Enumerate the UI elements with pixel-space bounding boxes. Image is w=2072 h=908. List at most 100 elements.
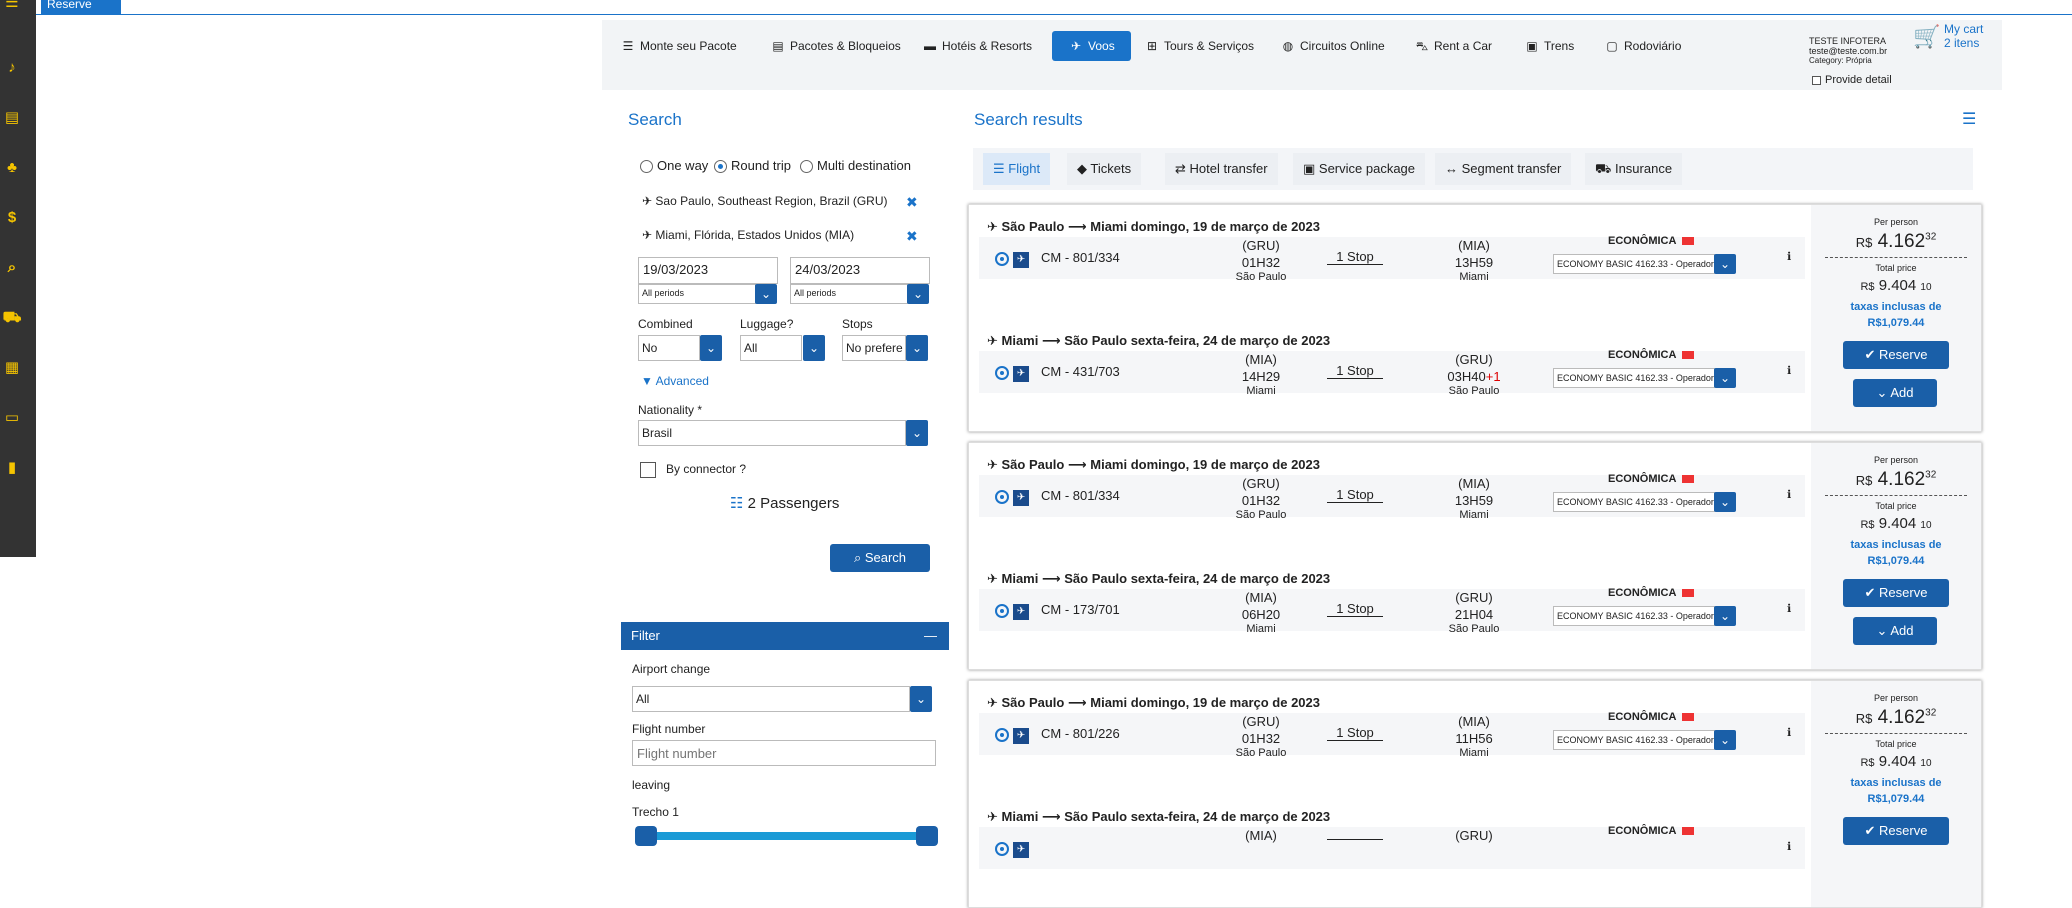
bell-icon[interactable]: ♪ xyxy=(2,58,22,78)
chevron-down-icon[interactable]: ⌄ xyxy=(1714,492,1736,512)
tab-flight[interactable]: ☰ Flight xyxy=(983,153,1051,185)
search-icon[interactable]: ⌕ xyxy=(2,258,22,278)
stops-link[interactable]: 1 Stop xyxy=(1327,363,1383,379)
info-icon[interactable]: ℹ xyxy=(1787,487,1791,504)
one-way-radio[interactable] xyxy=(640,160,653,174)
nav-rent-a-car[interactable]: ⛍ Rent a Car xyxy=(1406,31,1500,61)
tab-tickets[interactable]: ◆ Tickets xyxy=(1067,153,1142,185)
segment-select[interactable]: ✈ xyxy=(995,601,1029,620)
by-connector[interactable]: By connector ? xyxy=(640,462,746,478)
chevron-down-icon[interactable]: ⌄ xyxy=(1714,368,1736,388)
chevron-down-icon[interactable]: ⌄ xyxy=(1714,606,1736,626)
filter-header[interactable]: Filter — xyxy=(621,622,949,650)
clear-origin-icon[interactable]: ✖ xyxy=(906,194,918,211)
luggage-select[interactable]: All xyxy=(740,335,802,361)
period-out-select[interactable]: All periods xyxy=(638,284,756,304)
reserve-button[interactable]: ✔ Reserve xyxy=(1843,579,1949,607)
segment-select[interactable]: ✈ xyxy=(995,725,1029,744)
slider-max-handle[interactable] xyxy=(916,826,938,846)
select-radio-icon[interactable] xyxy=(995,603,1009,618)
chart-icon[interactable]: ▮ xyxy=(2,458,22,478)
document-icon[interactable]: ▦ xyxy=(2,358,22,378)
collapse-icon[interactable]: — xyxy=(924,622,937,650)
stops-select[interactable]: No prefere xyxy=(842,335,906,361)
nationality-select[interactable]: Brasil xyxy=(638,420,906,446)
flight-segment-row[interactable]: ✈ CM - 801/334 (GRU) 01H32 São Paulo 1 S… xyxy=(979,235,1805,283)
tab-hotel-transfer[interactable]: ⇄ Hotel transfer xyxy=(1165,153,1278,185)
stops-link[interactable]: 1 Stop xyxy=(1327,249,1383,265)
nav-rodoviario[interactable]: ▢ Rodoviário xyxy=(1596,31,1689,61)
dollar-icon[interactable]: $ xyxy=(2,208,22,228)
search-button[interactable]: ⌕ Search xyxy=(830,544,930,572)
fare-select[interactable]: ECONOMY BASIC 4162.33 - Operadora xyxy=(1553,492,1715,512)
flight-segment-row[interactable]: ✈ (MIA) (GRU) ECONÔMICA ℹ xyxy=(979,825,1805,869)
stops-link[interactable]: 1 Stop xyxy=(1327,487,1383,503)
fare-select[interactable]: ECONOMY BASIC 4162.33 - Operadora xyxy=(1553,254,1715,274)
flight-segment-row[interactable]: ✈ CM - 801/334 (GRU) 01H32 São Paulo 1 S… xyxy=(979,473,1805,521)
chevron-down-icon[interactable]: ⌄ xyxy=(803,335,825,361)
advanced-link[interactable]: ▼ Advanced xyxy=(641,374,709,388)
select-radio-icon[interactable] xyxy=(995,489,1009,504)
cart-icon[interactable]: 🛒 xyxy=(1913,24,1940,50)
info-icon[interactable]: ℹ xyxy=(1787,725,1791,742)
nav-voos[interactable]: ✈ Voos xyxy=(1052,31,1131,61)
nav-pacotes-bloqueios[interactable]: ▤ Pacotes & Bloqueios xyxy=(762,31,909,61)
menu-icon[interactable]: ☰ xyxy=(2,0,22,13)
reserve-button[interactable]: ✔ Reserve xyxy=(1843,341,1949,369)
airport-change-select[interactable]: All xyxy=(632,686,910,712)
nav-hoteis-resorts[interactable]: ▬ Hotéis & Resorts xyxy=(914,31,1040,61)
select-radio-icon[interactable] xyxy=(995,251,1009,266)
nav-tours-servicos[interactable]: ⊞ Tours & Serviços xyxy=(1136,31,1262,61)
chevron-down-icon[interactable]: ⌄ xyxy=(1714,730,1736,750)
info-icon[interactable]: ℹ xyxy=(1787,363,1791,380)
chevron-down-icon[interactable]: ⌄ xyxy=(700,335,722,361)
nav-trens[interactable]: ▣ Trens xyxy=(1516,31,1582,61)
info-icon[interactable]: ℹ xyxy=(1787,249,1791,266)
flight-segment-row[interactable]: ✈ CM - 801/226 (GRU) 01H32 São Paulo 1 S… xyxy=(979,711,1805,759)
select-radio-icon[interactable] xyxy=(995,365,1009,380)
provide-detail-checkbox[interactable] xyxy=(1812,75,1821,85)
segment-select[interactable]: ✈ xyxy=(995,487,1029,506)
tab-segment-transfer[interactable]: ↔ Segment transfer xyxy=(1435,153,1572,185)
add-button[interactable]: ⌄ Add xyxy=(1853,379,1937,407)
tab-service-package[interactable]: ▣ Service package xyxy=(1293,153,1426,185)
passengers-selector[interactable]: ☷ 2 Passengers xyxy=(730,494,839,512)
stops-link[interactable]: 1 Stop xyxy=(1327,601,1383,617)
tab-insurance[interactable]: ⛟ Insurance xyxy=(1585,153,1683,185)
combined-select[interactable]: No xyxy=(638,335,700,361)
info-icon[interactable]: ℹ xyxy=(1787,839,1791,856)
fare-select[interactable]: ECONOMY BASIC 4162.33 - Operadora xyxy=(1553,606,1715,626)
list-view-icon[interactable]: ☰ xyxy=(1962,109,1976,129)
chevron-down-icon[interactable]: ⌄ xyxy=(910,686,932,712)
flight-number-input[interactable] xyxy=(632,740,936,766)
money-icon[interactable]: ▭ xyxy=(2,408,22,428)
reserve-tab[interactable]: Reserve xyxy=(41,0,121,15)
cart-icon[interactable]: ⛟ xyxy=(2,308,22,328)
slider-min-handle[interactable] xyxy=(635,826,657,846)
round-trip-radio[interactable] xyxy=(714,160,727,174)
nav-monte-seu-pacote[interactable]: ☰ Monte seu Pacote xyxy=(612,31,745,61)
trip-multi-destination[interactable]: Multi destination xyxy=(800,158,911,174)
building-icon[interactable]: ▤ xyxy=(2,108,22,128)
chevron-down-icon[interactable]: ⌄ xyxy=(755,284,777,304)
trip-round-trip[interactable]: Round trip xyxy=(714,158,791,174)
segment-select[interactable]: ✈ xyxy=(995,839,1029,858)
by-connector-checkbox[interactable] xyxy=(640,462,656,478)
flight-segment-row[interactable]: ✈ CM - 173/701 (MIA) 06H20 Miami 1 Stop … xyxy=(979,587,1805,635)
nav-circuitos-online[interactable]: ◍ Circuitos Online xyxy=(1272,31,1393,61)
chevron-down-icon[interactable]: ⌄ xyxy=(906,335,928,361)
reserve-button[interactable]: ✔ Reserve xyxy=(1843,817,1949,845)
origin-field[interactable]: ✈ Sao Paulo, Southeast Region, Brazil (G… xyxy=(642,194,888,208)
multi-destination-radio[interactable] xyxy=(800,160,813,174)
fare-select[interactable]: ECONOMY BASIC 4162.33 - Operadora xyxy=(1553,730,1715,750)
date-back-input[interactable]: 24/03/2023 xyxy=(790,257,930,284)
leaving-slider[interactable] xyxy=(635,826,938,846)
flight-segment-row[interactable]: ✈ CM - 431/703 (MIA) 14H29 Miami 1 Stop … xyxy=(979,349,1805,397)
stops-link[interactable] xyxy=(1327,839,1383,840)
cart[interactable]: My cart 2 itens xyxy=(1944,22,1983,50)
destination-field[interactable]: ✈ Miami, Flórida, Estados Unidos (MIA) xyxy=(642,228,854,242)
segment-select[interactable]: ✈ xyxy=(995,363,1029,382)
segment-select[interactable]: ✈ xyxy=(995,249,1029,268)
users-icon[interactable]: ♣ xyxy=(2,158,22,178)
fare-select[interactable]: ECONOMY BASIC 4162.33 - Operadora xyxy=(1553,368,1715,388)
